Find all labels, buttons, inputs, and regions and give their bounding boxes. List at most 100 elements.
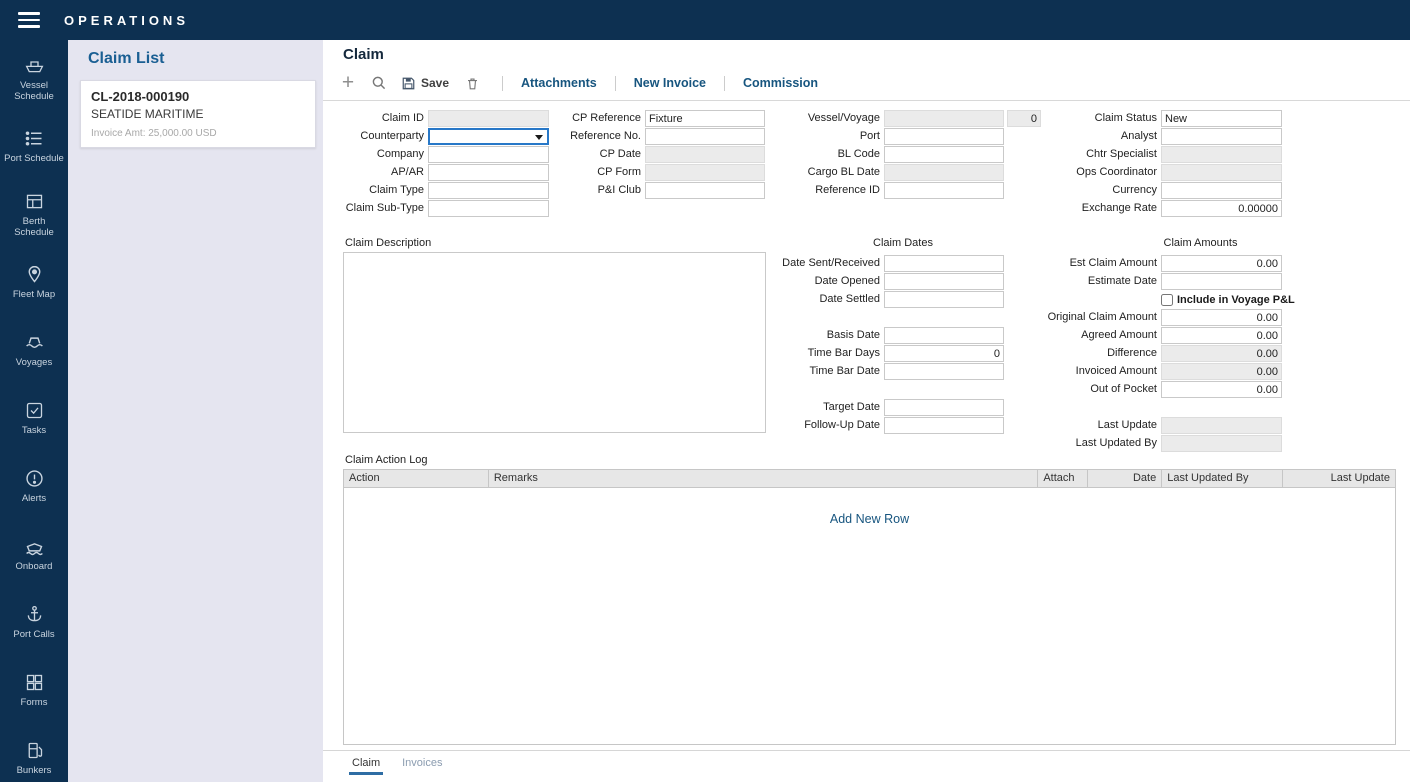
claim-dates-heading: Claim Dates: [813, 237, 993, 249]
date-settled-label: Date Settled: [780, 291, 884, 308]
fleet-map-icon: [24, 264, 45, 285]
vessel-voyage-label: Vessel/Voyage: [780, 110, 884, 127]
delete-button[interactable]: [465, 76, 480, 91]
bl-code-input[interactable]: [884, 146, 1004, 163]
last-update-label: Last Update: [1045, 417, 1161, 434]
claim-detail-panel: Claim + Save Attachments New Invoice Com…: [323, 40, 1410, 782]
basis-date-label: Basis Date: [780, 327, 884, 344]
analyst-input[interactable]: [1161, 128, 1282, 145]
sidebar-item-bunkers[interactable]: Bunkers: [0, 724, 68, 782]
include-voyage-pl-checkbox[interactable]: [1161, 294, 1173, 306]
claim-sub-type-label: Claim Sub-Type: [339, 200, 428, 217]
pi-club-row: P&I Club: [566, 182, 765, 199]
cp-date-label: CP Date: [566, 146, 645, 163]
sidebar-item-alerts[interactable]: Alerts: [0, 452, 68, 520]
bl-code-row: BL Code: [780, 146, 1041, 163]
cp-date-row: CP Date: [566, 146, 765, 163]
exchange-rate-input[interactable]: [1161, 200, 1282, 217]
log-col-last-updated-by: Last Updated By: [1162, 470, 1283, 487]
claim-action-log-label: Claim Action Log: [345, 454, 428, 466]
claim-status-input[interactable]: [1161, 110, 1282, 127]
port-input[interactable]: [884, 128, 1004, 145]
currency-row: Currency: [1045, 182, 1282, 199]
claim-invoice-amount-text: Invoice Amt: 25,000.00 USD: [91, 128, 305, 139]
reference-no-input[interactable]: [645, 128, 765, 145]
last-updated-by-row: Last Updated By: [1045, 435, 1295, 452]
out-of-pocket-input[interactable]: [1161, 381, 1282, 398]
sidebar-item-voyages[interactable]: Voyages: [0, 316, 68, 384]
date-sent-received-label: Date Sent/Received: [780, 255, 884, 272]
date-settled-input[interactable]: [884, 291, 1004, 308]
follow-up-date-label: Follow-Up Date: [780, 417, 884, 434]
commission-link[interactable]: Commission: [743, 76, 818, 90]
log-table-body: Add New Row: [344, 488, 1395, 745]
date-opened-input[interactable]: [884, 273, 1004, 290]
reference-id-input[interactable]: [884, 182, 1004, 199]
log-col-action: Action: [344, 470, 489, 487]
claim-amounts-heading: Claim Amounts: [1113, 237, 1288, 249]
app-title: OPERATIONS: [64, 13, 189, 28]
time-bar-date-input[interactable]: [884, 363, 1004, 380]
toolbar-separator: [724, 76, 725, 91]
new-invoice-link[interactable]: New Invoice: [634, 76, 706, 90]
berth-schedule-icon: [24, 191, 45, 212]
include-voyage-pl-label: Include in Voyage P&L: [1177, 294, 1295, 306]
attachments-link[interactable]: Attachments: [521, 76, 597, 90]
claim-list-item[interactable]: CL-2018-000190 SEATIDE MARITIME Invoice …: [80, 80, 316, 148]
onboard-icon: [24, 536, 45, 557]
basis-date-input[interactable]: [884, 327, 1004, 344]
original-claim-amount-row: Original Claim Amount: [1045, 309, 1295, 326]
last-updated-by-label: Last Updated By: [1045, 435, 1161, 452]
ap-ar-input[interactable]: [428, 164, 549, 181]
sidebar-item-vessel-schedule[interactable]: Vessel Schedule: [0, 44, 68, 112]
sidebar-item-tasks[interactable]: Tasks: [0, 384, 68, 452]
claim-sub-type-input[interactable]: [428, 200, 549, 217]
agreed-amount-label: Agreed Amount: [1045, 327, 1161, 344]
add-new-row-link[interactable]: Add New Row: [344, 488, 1395, 526]
toolbar-divider: [323, 100, 1410, 101]
invoiced-amount-row: Invoiced Amount: [1045, 363, 1295, 380]
analyst-row: Analyst: [1045, 128, 1282, 145]
claim-action-log-table: Action Remarks Attach Date Last Updated …: [343, 469, 1396, 745]
hamburger-menu-icon[interactable]: [18, 8, 40, 32]
bl-code-label: BL Code: [780, 146, 884, 163]
tab-claim[interactable]: Claim: [349, 751, 383, 775]
counterparty-select[interactable]: [428, 128, 549, 145]
pi-club-input[interactable]: [645, 182, 765, 199]
sidebar-item-forms[interactable]: Forms: [0, 656, 68, 724]
claim-id-text: CL-2018-000190: [91, 89, 305, 104]
sidebar-item-fleet-map[interactable]: Fleet Map: [0, 248, 68, 316]
original-claim-amount-input[interactable]: [1161, 309, 1282, 326]
tab-invoices[interactable]: Invoices: [399, 751, 445, 772]
cargo-bl-date-input: [884, 164, 1004, 181]
follow-up-date-input[interactable]: [884, 417, 1004, 434]
port-schedule-icon: [24, 128, 45, 149]
date-sent-received-input[interactable]: [884, 255, 1004, 272]
sidebar-item-port-calls[interactable]: Port Calls: [0, 588, 68, 656]
estimate-date-input[interactable]: [1161, 273, 1282, 290]
invoiced-amount-input: [1161, 363, 1282, 380]
company-row: Company: [339, 146, 549, 163]
save-button[interactable]: Save: [401, 76, 449, 91]
time-bar-days-input[interactable]: [884, 345, 1004, 362]
est-claim-amount-input[interactable]: [1161, 255, 1282, 272]
target-date-input[interactable]: [884, 399, 1004, 416]
claim-description-textarea[interactable]: [343, 252, 766, 433]
claim-type-input[interactable]: [428, 182, 549, 199]
search-button[interactable]: [371, 75, 387, 91]
sidebar-item-berth-schedule[interactable]: Berth Schedule: [0, 180, 68, 248]
sidebar-item-port-schedule[interactable]: Port Schedule: [0, 112, 68, 180]
sidebar-item-onboard[interactable]: Onboard: [0, 520, 68, 588]
save-icon: [401, 76, 416, 91]
cp-reference-input[interactable]: [645, 110, 765, 127]
currency-input[interactable]: [1161, 182, 1282, 199]
ops-coordinator-row: Ops Coordinator: [1045, 164, 1282, 181]
analyst-label: Analyst: [1045, 128, 1161, 145]
counterparty-label: Counterparty: [339, 128, 428, 145]
add-claim-button[interactable]: +: [339, 73, 357, 93]
time-bar-date-row: Time Bar Date: [780, 363, 1004, 380]
agreed-amount-input[interactable]: [1161, 327, 1282, 344]
difference-label: Difference: [1045, 345, 1161, 362]
company-input[interactable]: [428, 146, 549, 163]
bottom-tabs: Claim Invoices: [323, 750, 1410, 782]
